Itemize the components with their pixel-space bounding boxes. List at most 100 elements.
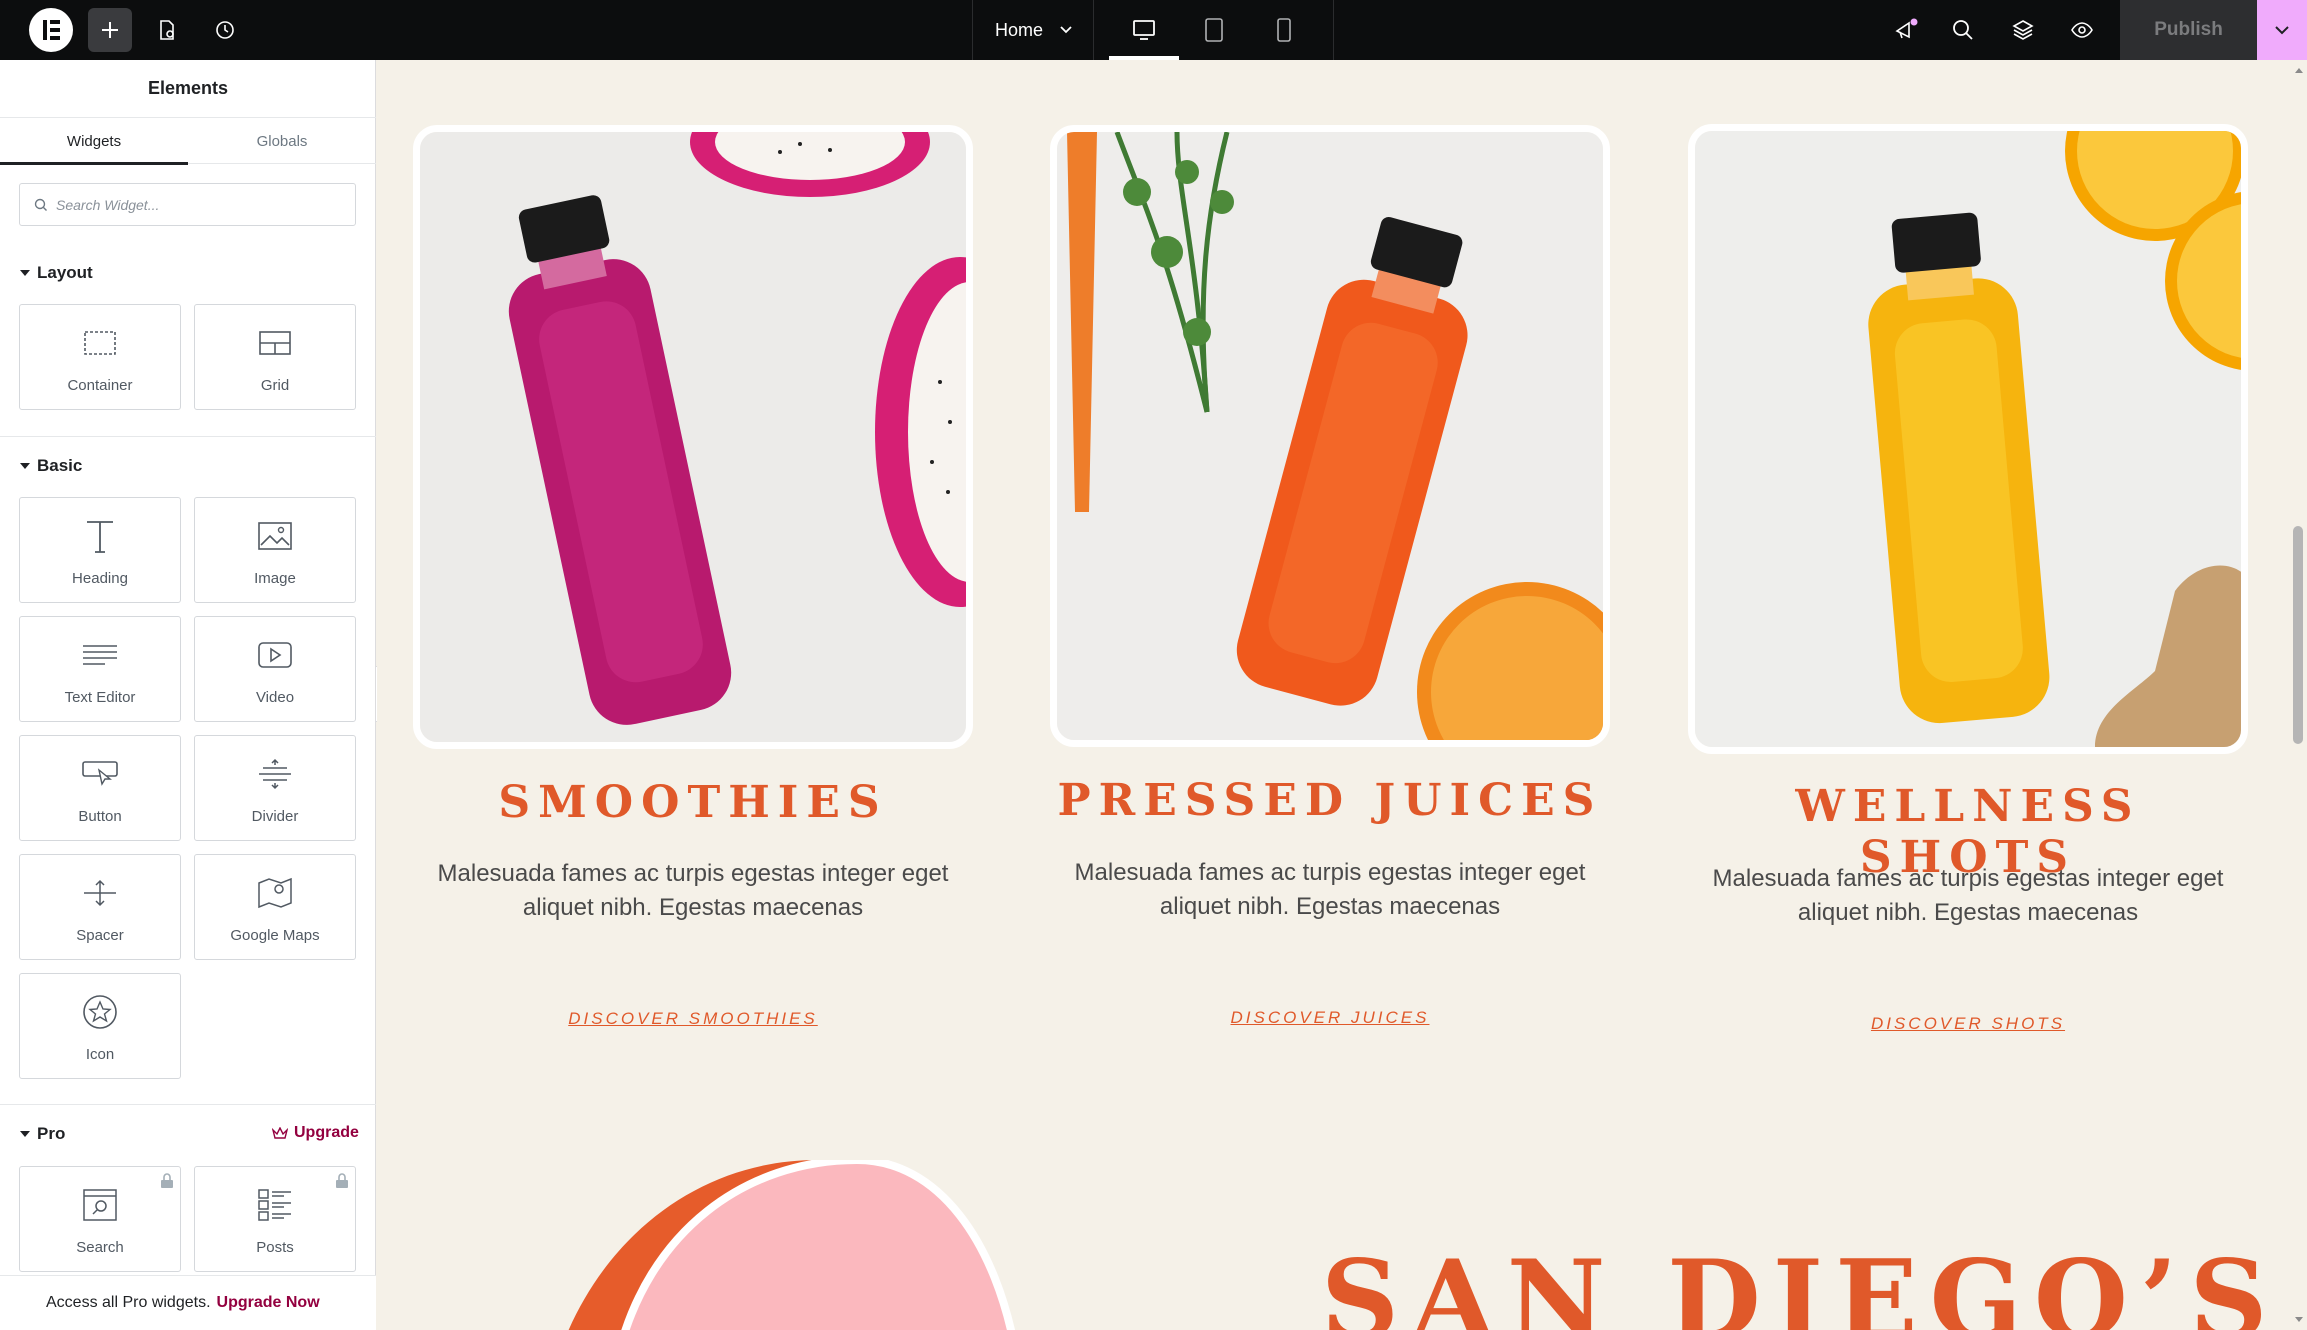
heading-icon — [87, 521, 113, 553]
widget-label: Image — [254, 570, 296, 587]
page-canvas: SMOOTHIES Malesuada fames ac turpis eges… — [377, 60, 2290, 1330]
card-description: Malesuada fames ac turpis egestas intege… — [437, 860, 949, 921]
page-settings-button[interactable] — [145, 8, 189, 52]
mobile-icon — [1277, 18, 1291, 42]
promo-text: Access all Pro widgets. — [46, 1294, 211, 1311]
widget-video[interactable]: Video — [194, 616, 356, 722]
card-description: Malesuada fames ac turpis egestas intege… — [1074, 859, 1586, 920]
mobile-view-button[interactable] — [1249, 0, 1319, 60]
widget-label: Heading — [72, 570, 128, 587]
layers-icon — [2012, 20, 2034, 40]
widget-grid[interactable]: Grid — [194, 304, 356, 410]
whats-new-button[interactable] — [1884, 8, 1928, 52]
section-basic-toggle[interactable]: Basic — [20, 456, 82, 476]
wellness-shot-photo — [1688, 124, 2248, 754]
tablet-icon — [1205, 18, 1223, 42]
scrollbar-thumb[interactable] — [2293, 526, 2303, 744]
upgrade-label: Upgrade — [294, 1124, 359, 1141]
container-icon — [84, 331, 116, 355]
widget-label: Grid — [260, 377, 290, 394]
widget-search-input[interactable]: Search Widget... — [19, 183, 356, 226]
divider — [0, 1104, 376, 1105]
juice-photo — [1050, 125, 1610, 747]
history-button[interactable] — [203, 8, 247, 52]
star-icon — [83, 995, 117, 1029]
chevron-down-icon — [2275, 26, 2289, 35]
widget-label: Google Maps — [230, 927, 320, 944]
section-layout-toggle[interactable]: Layout — [20, 263, 93, 283]
text-editor-icon — [83, 645, 117, 665]
tablet-view-button[interactable] — [1179, 0, 1249, 60]
search-widget-icon — [83, 1189, 117, 1221]
widget-label: Search — [76, 1239, 124, 1256]
tab-widgets[interactable]: Widgets — [0, 118, 188, 165]
widget-divider[interactable]: Divider — [194, 735, 356, 841]
product-card-juices: PRESSED JUICES Malesuada fames ac turpis… — [1050, 125, 1610, 1045]
page-selector-label: Home — [995, 19, 1044, 40]
caret-down-icon — [20, 270, 30, 276]
video-icon — [258, 642, 292, 668]
button-icon — [82, 761, 118, 786]
widget-label: Posts — [256, 1239, 294, 1256]
structure-button[interactable] — [2001, 8, 2045, 52]
discover-juices-link[interactable]: DISCOVER JUICES — [1050, 1008, 1610, 1028]
add-element-button[interactable] — [88, 8, 132, 52]
widget-spacer[interactable]: Spacer — [19, 854, 181, 960]
widget-heading[interactable]: Heading — [19, 497, 181, 603]
widget-label: Spacer — [76, 927, 124, 944]
widget-container[interactable]: Container — [19, 304, 181, 410]
upgrade-link[interactable]: Upgrade — [272, 1124, 359, 1142]
panel-tabs: Widgets Globals — [0, 118, 376, 165]
discover-shots-link[interactable]: DISCOVER SHOTS — [1688, 1014, 2248, 1034]
discover-smoothies-link[interactable]: DISCOVER SMOOTHIES — [413, 1009, 973, 1029]
eye-icon — [2071, 22, 2093, 38]
history-icon — [216, 21, 234, 39]
publish-options-button[interactable] — [2257, 0, 2307, 60]
device-switcher — [1094, 0, 1334, 60]
widget-posts[interactable]: Posts — [194, 1166, 356, 1272]
caret-down-icon — [20, 1131, 30, 1137]
scroll-up-icon — [2295, 68, 2303, 73]
chevron-down-icon — [1060, 26, 1072, 34]
widget-label: Divider — [251, 808, 299, 825]
publish-button[interactable]: Publish — [2120, 0, 2257, 60]
divider — [0, 436, 376, 437]
product-card-shots: WELLNESS SHOTS Malesuada fames ac turpis… — [1688, 124, 2248, 1054]
grid-icon — [259, 331, 291, 355]
desktop-view-button[interactable] — [1109, 0, 1179, 60]
widget-label: Container — [67, 377, 133, 394]
widget-google-maps[interactable]: Google Maps — [194, 854, 356, 960]
divider-icon — [259, 758, 291, 790]
section-layout-label: Layout — [37, 263, 93, 282]
product-card-smoothies: SMOOTHIES Malesuada fames ac turpis eges… — [413, 125, 973, 1045]
panel-title: Elements — [0, 60, 376, 118]
preview-button[interactable] — [2060, 8, 2104, 52]
widget-label: Button — [78, 808, 122, 825]
search-icon — [34, 198, 47, 211]
card-title: SMOOTHIES — [498, 777, 888, 828]
crown-icon — [272, 1127, 288, 1139]
section-pro-label: Pro — [37, 1124, 66, 1143]
card-description: Malesuada fames ac turpis egestas intege… — [1712, 865, 2224, 926]
widget-search[interactable]: Search — [19, 1166, 181, 1272]
pro-promo-bar: Access all Pro widgets. Upgrade Now — [0, 1275, 376, 1330]
widget-icon[interactable]: Icon — [19, 973, 181, 1079]
image-icon — [258, 522, 292, 550]
desktop-icon — [1133, 20, 1155, 40]
elements-panel: Elements Widgets Globals Search Widget..… — [0, 60, 376, 1330]
search-button[interactable] — [1941, 8, 1985, 52]
widget-image[interactable]: Image — [194, 497, 356, 603]
page-selector-dropdown[interactable]: Home — [972, 0, 1094, 60]
widget-button[interactable]: Button — [19, 735, 181, 841]
megaphone-icon — [1895, 18, 1918, 39]
section-pro-toggle[interactable]: Pro — [20, 1124, 65, 1144]
search-icon — [1953, 20, 1973, 40]
widget-label: Video — [255, 689, 295, 706]
page-settings-icon — [160, 20, 174, 40]
elementor-logo-icon[interactable] — [29, 8, 73, 52]
tab-globals[interactable]: Globals — [188, 118, 376, 164]
card-title: PRESSED JUICES — [1057, 775, 1603, 826]
widget-label: Icon — [85, 1046, 115, 1063]
widget-text-editor[interactable]: Text Editor — [19, 616, 181, 722]
upgrade-now-link[interactable]: Upgrade Now — [217, 1294, 320, 1312]
